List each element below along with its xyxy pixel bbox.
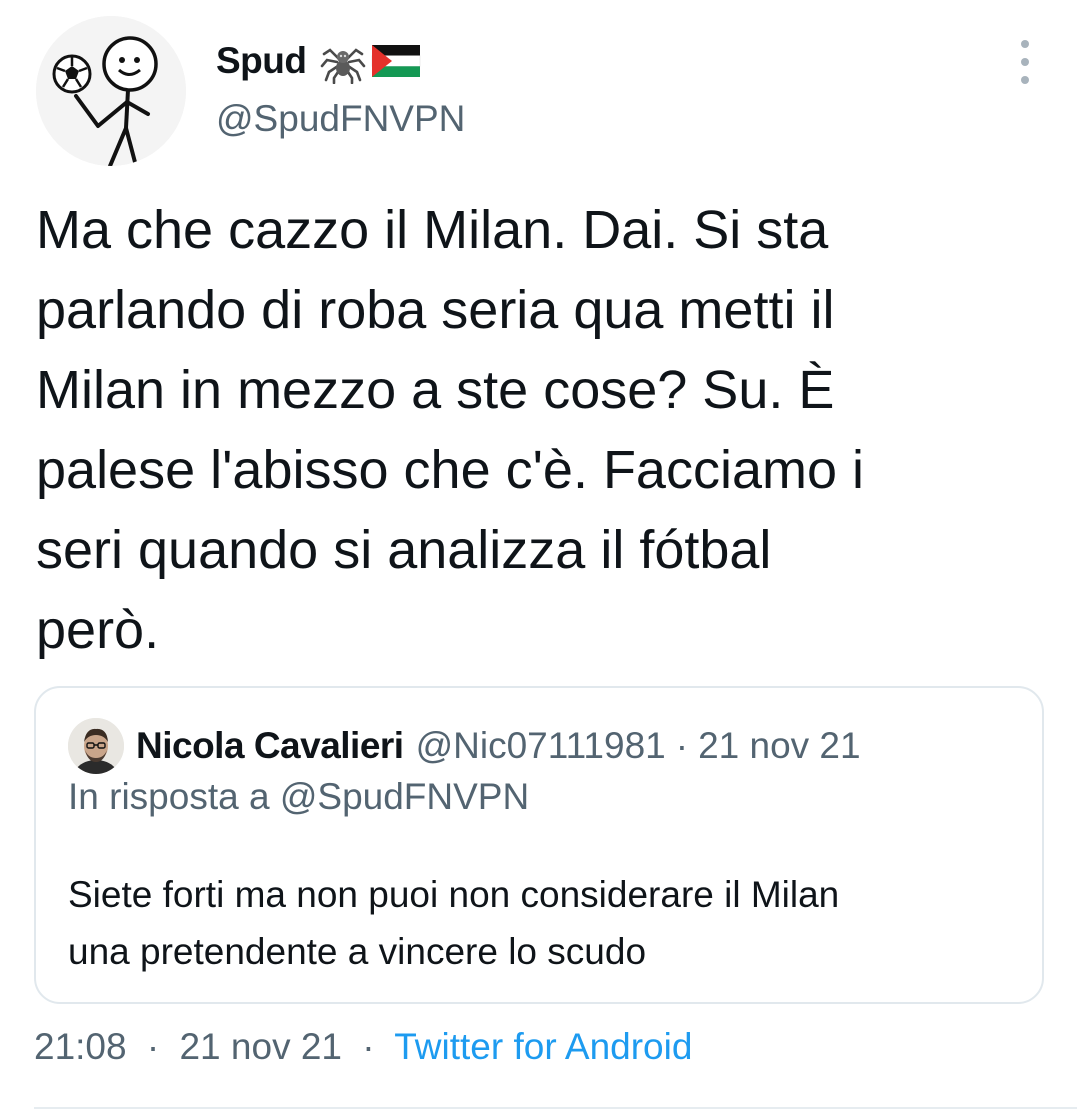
more-options-button[interactable] [1010, 40, 1040, 84]
quoted-tweet-text: Siete forti ma non puoi non considerare … [68, 866, 1018, 980]
tweet-date[interactable]: 21 nov 21 [179, 1026, 342, 1067]
separator-dot: · [362, 1026, 375, 1067]
divider [34, 1107, 1077, 1109]
separator-dot: · [675, 725, 689, 766]
spider-emoji-icon [321, 48, 366, 84]
palestine-flag-icon [372, 45, 421, 77]
author-handle[interactable]: @SpudFNVPN [216, 98, 465, 140]
more-vertical-icon-dot [1021, 76, 1029, 84]
tweet-text-line: palese l'abisso che c'è. Facciamo i [36, 440, 865, 500]
tweet-text-line: Milan in mezzo a ste cose? Su. È [36, 360, 835, 420]
reply-context: In risposta a @SpudFNVPN [68, 776, 530, 817]
author-display-name[interactable]: Spud [216, 40, 307, 82]
quoted-tweet-card[interactable]: Nicola Cavalieri @Nic07111981 · 21 nov 2… [34, 686, 1044, 1004]
more-vertical-icon-dot [1021, 58, 1029, 66]
tweet-text-line: Ma che cazzo il Milan. Dai. Si sta [36, 200, 829, 260]
tweet-detail: Spud @SpudFNVPN Ma che cazzo il Milan. D… [0, 0, 1077, 1119]
quoted-author-avatar[interactable] [68, 718, 124, 774]
author-name-row: Spud [216, 38, 422, 84]
tweet-text-line: seri quando si analizza il fótbal [36, 520, 772, 580]
tweet-text: Ma che cazzo il Milan. Dai. Si sta parla… [36, 190, 1046, 670]
quoted-tweet-date: 21 nov 21 [698, 725, 861, 766]
tweet-text-line: però. [36, 600, 160, 660]
tweet-source-link[interactable]: Twitter for Android [394, 1026, 692, 1067]
quoted-author-handle: @Nic07111981 [415, 725, 666, 766]
more-vertical-icon [1021, 40, 1029, 48]
tweet-text-line: parlando di roba seria qua metti il [36, 280, 835, 340]
quoted-author-display-name: Nicola Cavalieri [136, 725, 404, 766]
tweet-time[interactable]: 21:08 [34, 1026, 127, 1067]
author-avatar[interactable] [36, 16, 186, 166]
quoted-tweet-header: Nicola Cavalieri @Nic07111981 · 21 nov 2… [68, 718, 861, 774]
quoted-tweet-text-line: una pretendente a vincere lo scudo [68, 931, 647, 972]
tweet-metadata: 21:08 · 21 nov 21 · Twitter for Android [34, 1026, 692, 1068]
quoted-tweet-text-line: Siete forti ma non puoi non considerare … [68, 874, 840, 915]
person-photo-avatar [68, 718, 124, 774]
stick-figure-football-avatar [36, 16, 186, 166]
separator-dot: · [146, 1026, 160, 1067]
